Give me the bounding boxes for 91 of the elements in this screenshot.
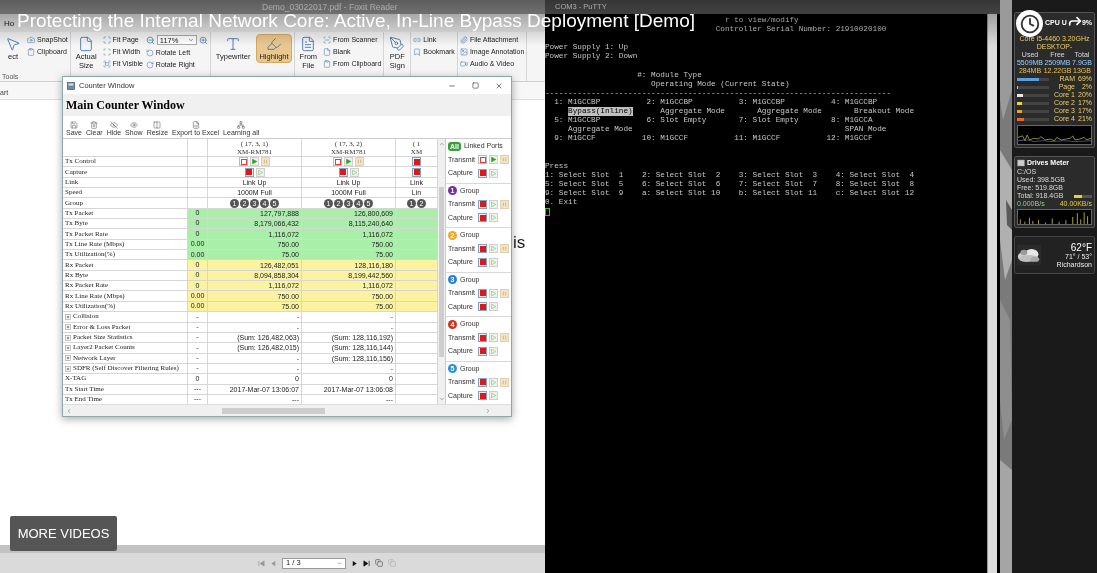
stop-button[interactable] [239,157,248,167]
ribbon-item-icon [27,47,35,56]
pause-button[interactable] [261,157,270,167]
ribbon-item-icon [323,35,332,44]
play-button[interactable] [489,155,498,165]
expand-icon[interactable] [65,334,71,341]
clock-icon [1019,13,1040,34]
stop-button[interactable] [478,257,487,267]
stop-button[interactable] [244,167,254,177]
vertical-scrollbar[interactable] [987,14,997,573]
stop-button[interactable] [478,377,487,387]
ribbon-icon [300,36,317,52]
drive-icon [1017,159,1025,167]
stop-button[interactable] [412,157,421,167]
stop-button[interactable] [338,167,348,177]
expand-icon[interactable] [65,365,71,372]
zoom-out-icon[interactable] [145,35,155,45]
toolbar-icon [109,121,118,129]
stop-button[interactable] [478,199,487,209]
document-text: is [513,232,526,254]
stop-button[interactable] [478,346,487,356]
ribbon-icon [5,36,21,52]
stop-button[interactable] [478,213,487,223]
ribbon-item-icon [413,47,422,56]
stop-button[interactable] [478,288,487,298]
stop-button[interactable] [478,391,487,401]
ribbon-item-icon [323,59,332,68]
ribbon-item-icon [323,47,332,56]
pause-button[interactable] [500,155,509,165]
maximize-icon[interactable] [472,82,479,89]
window-title: Demo_03022017.pdf - Foxit Reader [262,0,398,14]
ribbon-item-icon [27,35,35,44]
ribbon-item-icon [145,60,154,69]
ribbon-item-icon [459,59,468,68]
pause-button[interactable] [500,199,509,209]
toolbar-icon [129,121,138,129]
stop-button[interactable] [478,302,487,312]
ribbon-icon [225,36,242,52]
toolbar-icon [237,121,246,129]
more-videos-button[interactable]: MORE VIDEOS [10,516,117,551]
ribbon-item-icon [102,59,111,68]
pause-button[interactable] [355,157,364,167]
scroll-down-icon[interactable] [438,396,445,402]
ribbon-icon [389,36,406,52]
stop-button[interactable] [478,168,487,178]
toolbar-icon [153,121,162,129]
ribbon-icon [266,36,282,52]
pause-button[interactable] [500,288,509,298]
window-icon [67,81,75,90]
ribbon-icon [78,36,95,52]
scroll-right-icon[interactable] [485,407,491,414]
stop-button[interactable] [478,244,487,254]
toolbar-icon [70,121,78,129]
stop-button[interactable] [333,157,342,167]
expand-icon[interactable] [65,313,71,320]
temperature: 62°F [1070,241,1092,253]
horizontal-scrollbar[interactable] [63,404,511,416]
toolbar-icon [90,121,99,129]
stop-button[interactable] [412,167,421,177]
last-page-icon[interactable] [363,559,370,567]
expand-icon[interactable] [65,324,71,331]
stop-button[interactable] [478,333,487,343]
play-button[interactable] [344,157,353,167]
ribbon-item-icon [102,47,111,56]
ribbon-tab[interactable]: Ho [4,18,15,32]
copy-icon[interactable] [375,559,383,567]
previous-page-icon[interactable] [270,559,277,567]
ribbon-item-icon [102,35,111,44]
play-button[interactable] [250,157,259,167]
ribbon-item-icon [459,47,468,56]
caret-icon [337,560,342,566]
scroll-left-icon[interactable] [66,407,72,414]
first-page-icon[interactable] [258,559,265,567]
ribbon-item-icon [459,35,468,44]
expand-icon[interactable] [65,344,71,351]
caret-icon [187,37,194,43]
next-page-icon[interactable] [351,559,358,567]
stop-button[interactable] [478,155,487,165]
scroll-up-icon[interactable] [438,141,445,147]
toolbar-icon [191,121,200,129]
vertical-scrollbar[interactable] [438,139,445,404]
expand-icon[interactable] [65,355,71,362]
zoom-in-icon[interactable] [198,35,208,45]
pause-button[interactable] [500,244,509,254]
pause-button[interactable] [500,333,509,343]
pause-button[interactable] [500,377,509,387]
window-heading: Main Counter Window [66,97,185,114]
terminal-cursor [545,207,550,216]
close-icon[interactable] [495,81,503,90]
ribbon-item-icon [145,48,154,57]
ribbon-item-icon [413,35,422,44]
